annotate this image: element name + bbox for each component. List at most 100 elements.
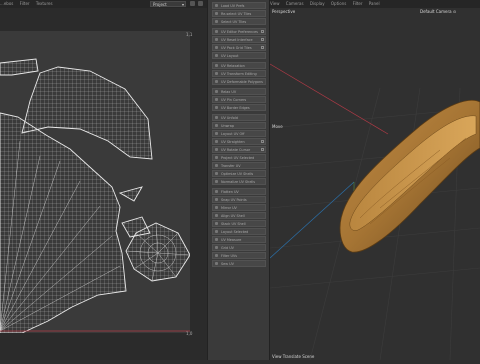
tool-icon bbox=[215, 172, 218, 175]
tool-icon bbox=[215, 140, 218, 143]
uv-shell bbox=[0, 112, 127, 334]
tool-icon bbox=[215, 246, 218, 249]
menu-item[interactable]: Cameras bbox=[286, 0, 304, 8]
tool-icon bbox=[215, 206, 218, 209]
tool-row[interactable]: UV Layout bbox=[212, 52, 266, 59]
tool-icon bbox=[215, 214, 218, 217]
wooden-scoop-model[interactable] bbox=[339, 99, 480, 253]
tool-icon bbox=[215, 4, 218, 7]
menu-item[interactable]: Textures bbox=[36, 0, 53, 8]
tool-row[interactable]: Stack UV Shell bbox=[212, 220, 266, 227]
tool-row[interactable]: UV Unfold bbox=[212, 114, 266, 121]
uv-shell bbox=[0, 58, 39, 76]
tool-row[interactable]: Optimize UV Shells bbox=[212, 170, 266, 177]
tool-row[interactable]: Normalize UV Shells bbox=[212, 178, 266, 185]
camera-label[interactable]: Default Camera ⊙ bbox=[420, 9, 456, 14]
status-text: View Translate Scene bbox=[272, 354, 315, 359]
camera-label-text: Default Camera bbox=[420, 9, 452, 14]
tool-icon bbox=[215, 116, 218, 119]
tool-row[interactable]: UV Pin Corners bbox=[212, 96, 266, 103]
tool-row[interactable]: Project UV Selected bbox=[212, 154, 266, 161]
tool-icon bbox=[215, 180, 218, 183]
tool-row[interactable]: Layout Selected bbox=[212, 228, 266, 235]
uv-corner-label: 1,1 bbox=[186, 32, 193, 37]
option-checkbox[interactable] bbox=[261, 46, 264, 49]
tool-icon bbox=[215, 230, 218, 233]
tool-icon bbox=[215, 156, 218, 159]
tool-label: Move bbox=[272, 124, 283, 129]
tool-icon bbox=[215, 80, 218, 83]
uv-tools-panel: Load UV Prefs Re-select UV Tiles Select … bbox=[207, 0, 270, 360]
menu-item[interactable]: Panel bbox=[369, 0, 380, 8]
tool-row[interactable]: Sew UV bbox=[212, 260, 266, 267]
tool-icon bbox=[215, 12, 218, 15]
tool-row[interactable]: UV Reset Interface bbox=[212, 36, 266, 43]
tool-row[interactable]: Snap UV Points bbox=[212, 196, 266, 203]
eye-icon: ⊙ bbox=[452, 9, 457, 14]
menu-item[interactable]: Filter bbox=[20, 0, 30, 8]
tool-icon bbox=[215, 30, 218, 33]
tool-icon bbox=[215, 46, 218, 49]
viewport-menus: View Cameras Display Options Filter Pane… bbox=[270, 0, 385, 8]
uv-corner-label: 1,0 bbox=[186, 331, 193, 336]
uv-shell bbox=[118, 186, 143, 202]
tool-icon bbox=[215, 98, 218, 101]
tool-row[interactable]: Relax UV bbox=[212, 88, 266, 95]
project-dropdown[interactable]: Project ▾ bbox=[150, 1, 186, 7]
tool-row[interactable]: Layout UV Off bbox=[212, 130, 266, 137]
grid-icon[interactable] bbox=[198, 1, 204, 6]
option-checkbox[interactable] bbox=[261, 148, 264, 151]
tool-row[interactable]: Unwrap bbox=[212, 122, 266, 129]
tool-icon bbox=[215, 198, 218, 201]
tool-icon bbox=[215, 72, 218, 75]
tool-icon bbox=[215, 20, 218, 23]
tool-row[interactable]: Select UV Tiles bbox=[212, 18, 266, 25]
view-label[interactable]: Perspective bbox=[272, 9, 295, 14]
option-checkbox[interactable] bbox=[261, 38, 264, 41]
tool-row[interactable]: UV Relaxation bbox=[212, 62, 266, 69]
tool-icon bbox=[215, 164, 218, 167]
tool-row[interactable]: UV Rotate Cursor bbox=[212, 146, 266, 153]
tool-icon bbox=[215, 54, 218, 57]
tool-row[interactable]: UV Straighten bbox=[212, 138, 266, 145]
tool-icon bbox=[215, 262, 218, 265]
tool-row[interactable]: UV Transform Editing bbox=[212, 70, 266, 77]
menu-item[interactable]: View bbox=[270, 0, 280, 8]
tool-row[interactable]: Transfer UV bbox=[212, 162, 266, 169]
tool-row[interactable]: UV Pack Grid Tiles bbox=[212, 44, 266, 51]
tool-icon bbox=[215, 190, 218, 193]
menu-item[interactable]: Options bbox=[331, 0, 346, 8]
menu-item[interactable]: Filter bbox=[353, 0, 363, 8]
tool-icon bbox=[215, 238, 218, 241]
tool-row[interactable]: UV Border Edges bbox=[212, 104, 266, 111]
tool-icon bbox=[215, 38, 218, 41]
tool-row[interactable]: UV Deformable Polygons bbox=[212, 78, 266, 85]
tool-row[interactable]: Align UV Shell bbox=[212, 212, 266, 219]
3d-viewport[interactable] bbox=[269, 8, 480, 361]
tool-icon bbox=[215, 64, 218, 67]
uv-editor-menus: ...ebos Filter Textures bbox=[0, 0, 58, 8]
tool-row[interactable]: Re-select UV Tiles bbox=[212, 10, 266, 17]
menu-item[interactable]: ...ebos bbox=[0, 0, 13, 8]
tool-row[interactable]: UV Measure bbox=[212, 236, 266, 243]
option-checkbox[interactable] bbox=[261, 30, 264, 33]
option-checkbox[interactable] bbox=[261, 140, 264, 143]
tool-icon bbox=[215, 90, 218, 93]
tool-row[interactable]: Filter UVs bbox=[212, 252, 266, 259]
viewport-canvas bbox=[269, 63, 480, 361]
tool-icon bbox=[215, 124, 218, 127]
tool-icon bbox=[215, 106, 218, 109]
menu-item[interactable]: Display bbox=[310, 0, 325, 8]
tool-row[interactable]: Grid UV bbox=[212, 244, 266, 251]
tool-row[interactable]: Mirror UV bbox=[212, 204, 266, 211]
uv-mesh-canvas bbox=[0, 58, 191, 334]
dropdown-value: Project bbox=[153, 2, 167, 7]
x-axis-line bbox=[269, 63, 389, 135]
settings-icon[interactable] bbox=[190, 1, 195, 6]
uv-grid-area[interactable] bbox=[0, 31, 191, 334]
tool-icon bbox=[215, 132, 218, 135]
tool-row[interactable]: Flatten UV bbox=[212, 188, 266, 195]
tool-row[interactable]: UV Editor Preferences bbox=[212, 28, 266, 35]
tool-row[interactable]: Load UV Prefs bbox=[212, 2, 266, 9]
tool-icon bbox=[215, 148, 218, 151]
